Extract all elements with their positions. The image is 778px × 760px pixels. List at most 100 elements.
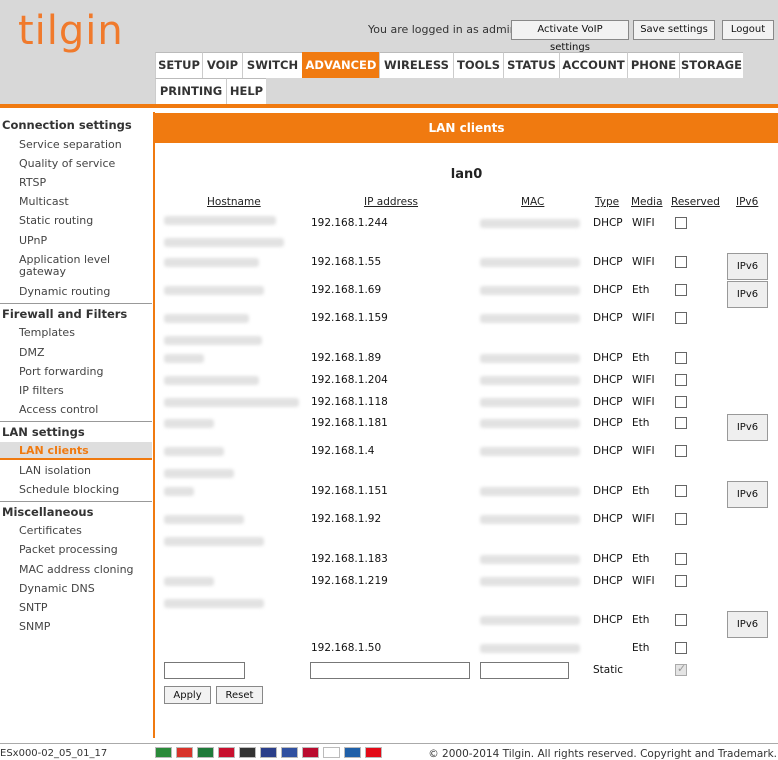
sidebar-item-lan-clients[interactable]: LAN clients [0, 442, 152, 460]
client-type: DHCP [593, 256, 623, 268]
sidebar-item-port-forwarding[interactable]: Port forwarding [19, 366, 104, 378]
tab-storage[interactable]: STORAGE [679, 52, 743, 78]
client-ip: 192.168.1.4 [311, 445, 375, 457]
flag-ru-icon[interactable] [323, 747, 340, 758]
flag-zh-icon[interactable] [176, 747, 193, 758]
section-lan-settings: LAN settings [2, 425, 85, 439]
sidebar-item-dynamic-dns[interactable]: Dynamic DNS [19, 583, 95, 595]
hostname-redacted [164, 469, 234, 478]
reserved-checkbox[interactable] [675, 485, 687, 497]
client-ip: 192.168.1.159 [311, 312, 388, 324]
apply-button[interactable]: Apply [164, 686, 211, 704]
client-ip: 192.168.1.244 [311, 217, 388, 229]
tab-phone[interactable]: PHONE [627, 52, 679, 78]
reserved-checkbox[interactable] [675, 256, 687, 268]
mac-redacted [480, 644, 580, 653]
tab-account[interactable]: ACCOUNT [559, 52, 627, 78]
activate-voip-button[interactable]: Activate VoIP settings [511, 20, 629, 53]
tab-advanced[interactable]: ADVANCED [302, 52, 379, 78]
reserved-checkbox[interactable] [675, 575, 687, 587]
sidebar-item-alg[interactable]: Application level gateway [19, 254, 139, 278]
header-rule [0, 104, 778, 108]
reserved-checkbox[interactable] [675, 513, 687, 525]
client-ip: 192.168.1.183 [311, 553, 388, 565]
flag-sa-icon[interactable] [197, 747, 214, 758]
flag-se-icon[interactable] [344, 747, 361, 758]
sidebar-item-mac-cloning[interactable]: MAC address cloning [19, 564, 134, 576]
sidebar-item-service-separation[interactable]: Service separation [19, 139, 122, 151]
flag-ar-icon[interactable] [155, 747, 172, 758]
ipv6-button[interactable]: IPv6 [727, 253, 768, 280]
sidebar-item-access-control[interactable]: Access control [19, 404, 98, 416]
tab-tools[interactable]: TOOLS [453, 52, 503, 78]
save-settings-button[interactable]: Save settings [633, 20, 715, 40]
sidebar-item-lan-isolation[interactable]: LAN isolation [19, 465, 91, 477]
tab-switch[interactable]: SWITCH [242, 52, 302, 78]
reserved-checkbox[interactable] [675, 312, 687, 324]
hostname-redacted [164, 419, 214, 428]
reserved-checkbox[interactable] [675, 284, 687, 296]
tab-setup[interactable]: SETUP [155, 52, 202, 78]
sidebar-item-upnp[interactable]: UPnP [19, 235, 47, 247]
client-media: WIFI [632, 312, 655, 324]
reserved-checkbox[interactable] [675, 417, 687, 429]
logout-button[interactable]: Logout [722, 20, 774, 40]
client-type: DHCP [593, 445, 623, 457]
hostname-redacted [164, 447, 224, 456]
client-ip: 192.168.1.204 [311, 374, 388, 386]
reserved-checkbox[interactable] [675, 445, 687, 457]
sidebar-item-qos[interactable]: Quality of service [19, 158, 115, 170]
tab-wireless[interactable]: WIRELESS [379, 52, 453, 78]
tab-printing[interactable]: PRINTING [155, 78, 226, 104]
reserved-checkbox[interactable] [675, 217, 687, 229]
ipv6-button[interactable]: IPv6 [727, 481, 768, 508]
new-mac-input[interactable] [480, 662, 569, 679]
tab-status[interactable]: STATUS [503, 52, 559, 78]
hostname-redacted [164, 258, 259, 267]
sidebar-item-templates[interactable]: Templates [19, 327, 75, 339]
new-ip-input[interactable] [310, 662, 470, 679]
sidebar-item-multicast[interactable]: Multicast [19, 196, 69, 208]
reset-button[interactable]: Reset [216, 686, 263, 704]
sidebar-item-dynamic-routing[interactable]: Dynamic routing [19, 286, 110, 298]
ipv6-button[interactable]: IPv6 [727, 281, 768, 308]
mac-redacted [480, 219, 580, 228]
reserved-checkbox[interactable] [675, 553, 687, 565]
sidebar-item-rtsp[interactable]: RTSP [19, 177, 46, 189]
flag-en-icon[interactable] [260, 747, 277, 758]
hostname-redacted [164, 537, 264, 546]
sidebar-item-certificates[interactable]: Certificates [19, 525, 82, 537]
header: tilgin You are logged in as admin. Activ… [0, 0, 778, 104]
flag-fr-icon[interactable] [281, 747, 298, 758]
reserved-checkbox[interactable] [675, 352, 687, 364]
hostname-redacted [164, 577, 214, 586]
sidebar-item-dmz[interactable]: DMZ [19, 347, 45, 359]
client-ip: 192.168.1.181 [311, 417, 388, 429]
client-type: DHCP [593, 485, 623, 497]
sidebar-item-static-routing[interactable]: Static routing [19, 215, 93, 227]
hostname-redacted [164, 487, 194, 496]
reserved-checkbox[interactable] [675, 642, 687, 654]
new-hostname-input[interactable] [164, 662, 245, 679]
page-title: LAN clients [155, 113, 778, 143]
tab-help[interactable]: HELP [226, 78, 266, 104]
tab-voip[interactable]: VOIP [202, 52, 242, 78]
sidebar-item-schedule-blocking[interactable]: Schedule blocking [19, 484, 119, 496]
flag-no-icon[interactable] [302, 747, 319, 758]
client-type: DHCP [593, 217, 623, 229]
flag-tr-icon[interactable] [365, 747, 382, 758]
flag-dk-icon[interactable] [218, 747, 235, 758]
reserved-checkbox[interactable] [675, 374, 687, 386]
sidebar-item-snmp[interactable]: SNMP [19, 621, 50, 633]
interface-name: lan0 [450, 167, 483, 182]
sidebar-item-ip-filters[interactable]: IP filters [19, 385, 64, 397]
ipv6-button[interactable]: IPv6 [727, 611, 768, 638]
sidebar-item-sntp[interactable]: SNTP [19, 602, 48, 614]
flag-de-icon[interactable] [239, 747, 256, 758]
mac-redacted [480, 555, 580, 564]
sidebar-item-packet-processing[interactable]: Packet processing [19, 544, 118, 556]
client-type: DHCP [593, 575, 623, 587]
reserved-checkbox[interactable] [675, 614, 687, 626]
reserved-checkbox[interactable] [675, 396, 687, 408]
ipv6-button[interactable]: IPv6 [727, 414, 768, 441]
